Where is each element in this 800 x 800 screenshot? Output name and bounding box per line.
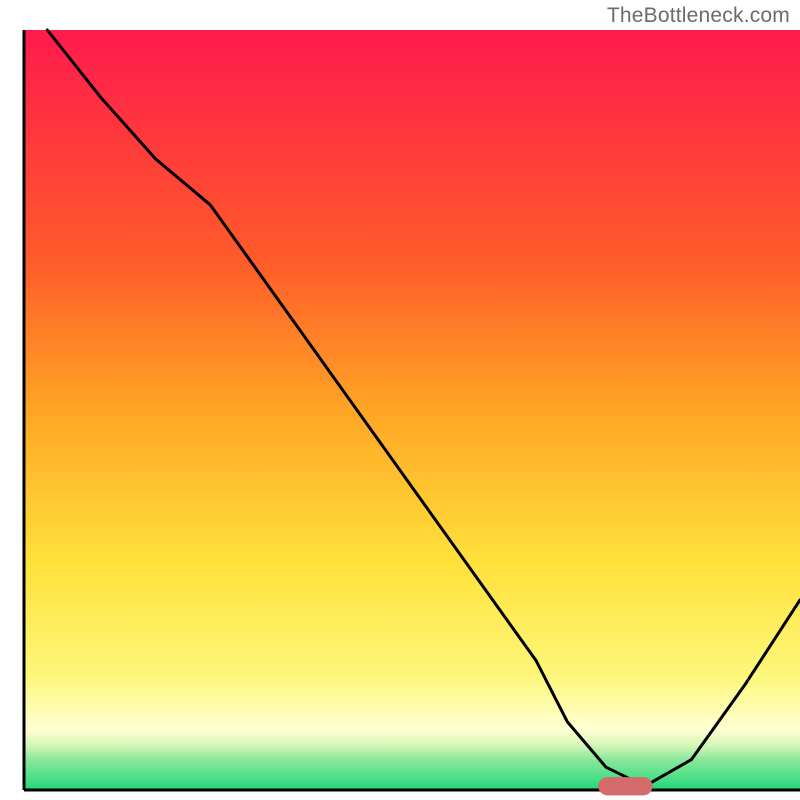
chart-container: { "attribution": "TheBottleneck.com", "c… [0,0,800,800]
optimum-marker [598,777,652,795]
bottleneck-chart [0,0,800,800]
attribution-text: TheBottleneck.com [607,4,790,28]
